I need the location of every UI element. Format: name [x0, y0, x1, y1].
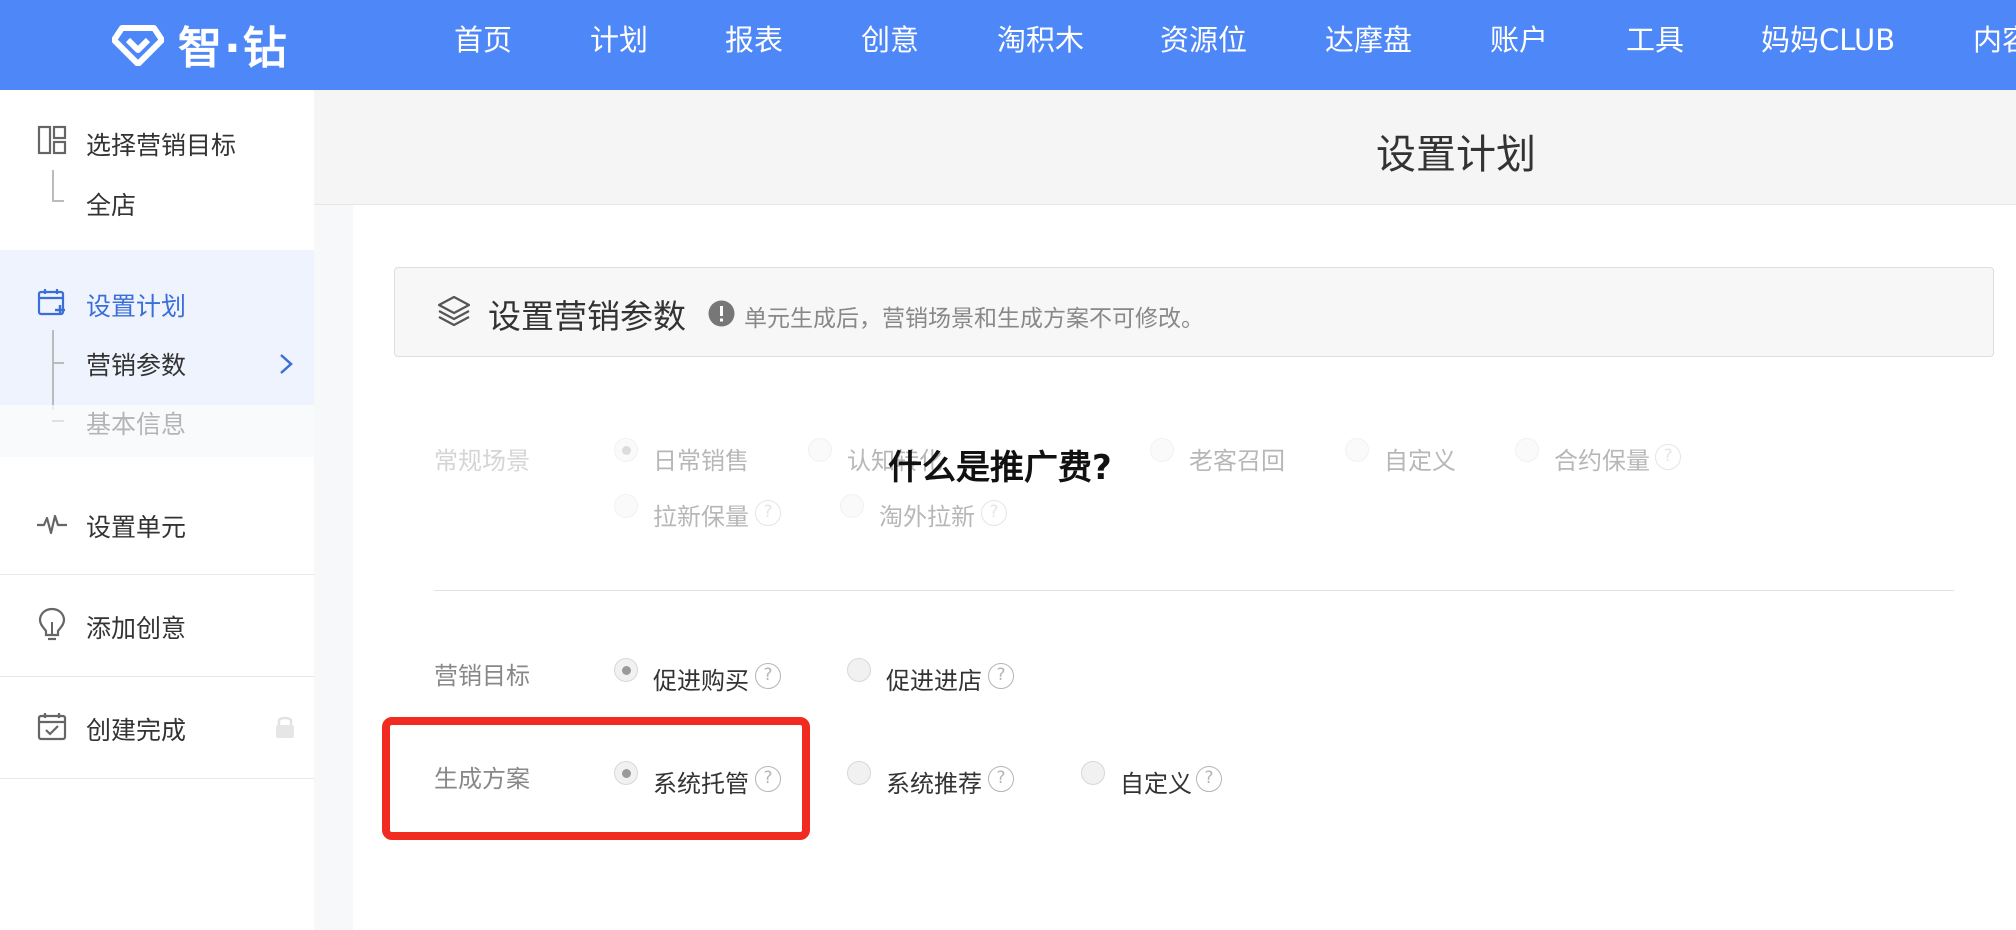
radio-scene-custom[interactable] [1345, 438, 1369, 462]
page-title-bar [314, 90, 2016, 205]
sub-step-basic-info[interactable]: 基本信息 [86, 405, 186, 441]
tree-connector [52, 170, 54, 200]
help-icon[interactable]: ? [988, 663, 1014, 689]
option-contract: 合约保量 [1554, 447, 1650, 475]
sub-step-marketing-params[interactable]: 营销参数 [86, 346, 186, 382]
chevron-right-icon [280, 354, 293, 374]
nav-taojimu[interactable]: 淘积木 [997, 0, 1084, 80]
goal-label: 营销目标 [434, 662, 530, 690]
tree-connector [52, 362, 64, 364]
nav-content[interactable]: 内容 [1973, 0, 2016, 80]
panel-note: 单元生成后，营销场景和生成方案不可修改。 [744, 306, 1204, 332]
radio-daily-sales[interactable] [614, 438, 638, 462]
app-logo[interactable]: 智·钻 [112, 14, 289, 74]
nav-damopan[interactable]: 达摩盘 [1325, 0, 1412, 80]
layout-icon [37, 125, 67, 155]
nav-mama-club[interactable]: 妈妈CLUB [1761, 0, 1895, 80]
radio-old-customer[interactable] [1150, 438, 1174, 462]
step-create-complete[interactable]: 创建完成 [86, 711, 186, 747]
scene-label: 常规场景 [434, 447, 530, 475]
option-scene-custom: 自定义 [1384, 447, 1456, 475]
sidebar-gutter [314, 205, 353, 930]
option-promote-visit: 促进进店 [886, 667, 982, 695]
wizard-sidebar: 选择营销目标 全店 设置计划 营销参数 基本信息 设置单元 添加创意 创建完成 [0, 90, 353, 930]
help-icon[interactable]: ? [981, 500, 1007, 526]
radio-new-customer[interactable] [614, 494, 638, 518]
help-icon[interactable]: ? [1196, 766, 1222, 792]
help-icon[interactable]: ? [755, 500, 781, 526]
sidebar-divider [0, 676, 314, 677]
warning-icon [708, 300, 735, 327]
option-old-customer: 老客召回 [1189, 447, 1285, 475]
help-icon[interactable]: ? [988, 766, 1014, 792]
radio-awareness[interactable] [808, 438, 832, 462]
lock-icon [276, 716, 294, 738]
radio-promote-visit[interactable] [847, 658, 871, 682]
calendar-check-icon [37, 713, 67, 741]
highlight-annotation-box [382, 717, 810, 840]
overlay-question: 什么是推广费? [888, 448, 1112, 488]
nav-resource-slot[interactable]: 资源位 [1160, 0, 1247, 80]
option-plan-custom: 自定义 [1120, 770, 1192, 798]
option-system-recommend: 系统推荐 [886, 770, 982, 798]
help-icon[interactable]: ? [1655, 444, 1681, 470]
option-new-customer: 拉新保量 [653, 503, 749, 531]
nav-plan[interactable]: 计划 [590, 0, 648, 80]
section-divider [434, 590, 1954, 591]
lightbulb-icon [38, 607, 66, 641]
step-add-creative[interactable]: 添加创意 [86, 609, 186, 645]
option-daily-sales: 日常销售 [653, 447, 749, 475]
top-nav-bar: 智·钻 首页 计划 报表 创意 淘积木 资源位 达摩盘 账户 工具 妈妈CLUB… [0, 0, 2016, 90]
tree-connector [52, 200, 64, 202]
sub-step-whole-store[interactable]: 全店 [86, 186, 136, 222]
diamond-logo-icon [112, 25, 164, 66]
panel-title: 设置营销参数 [488, 297, 686, 336]
tree-connector [52, 330, 54, 410]
nav-report[interactable]: 报表 [725, 0, 783, 80]
nav-creative[interactable]: 创意 [861, 0, 919, 80]
calendar-plus-icon [37, 289, 65, 316]
radio-promote-purchase[interactable] [614, 658, 638, 682]
step-set-plan[interactable]: 设置计划 [86, 287, 186, 323]
radio-outside-new[interactable] [840, 494, 864, 518]
radio-system-recommend[interactable] [847, 761, 871, 785]
step-select-goal[interactable]: 选择营销目标 [86, 126, 236, 162]
logo-text: 智·钻 [178, 23, 289, 74]
tree-connector [52, 420, 64, 422]
help-icon[interactable]: ? [755, 663, 781, 689]
layers-icon [437, 295, 471, 327]
sidebar-divider [0, 574, 314, 575]
page-title: 设置计划 [1376, 132, 1536, 178]
option-outside-new: 淘外拉新 [879, 503, 975, 531]
option-promote-purchase: 促进购买 [653, 667, 749, 695]
radio-contract[interactable] [1515, 438, 1539, 462]
radio-plan-custom[interactable] [1081, 761, 1105, 785]
pulse-icon [37, 514, 67, 535]
sidebar-divider [0, 778, 314, 779]
step-set-unit[interactable]: 设置单元 [86, 508, 186, 544]
nav-account[interactable]: 账户 [1490, 0, 1548, 80]
nav-tools[interactable]: 工具 [1626, 0, 1684, 80]
nav-home[interactable]: 首页 [454, 0, 512, 80]
